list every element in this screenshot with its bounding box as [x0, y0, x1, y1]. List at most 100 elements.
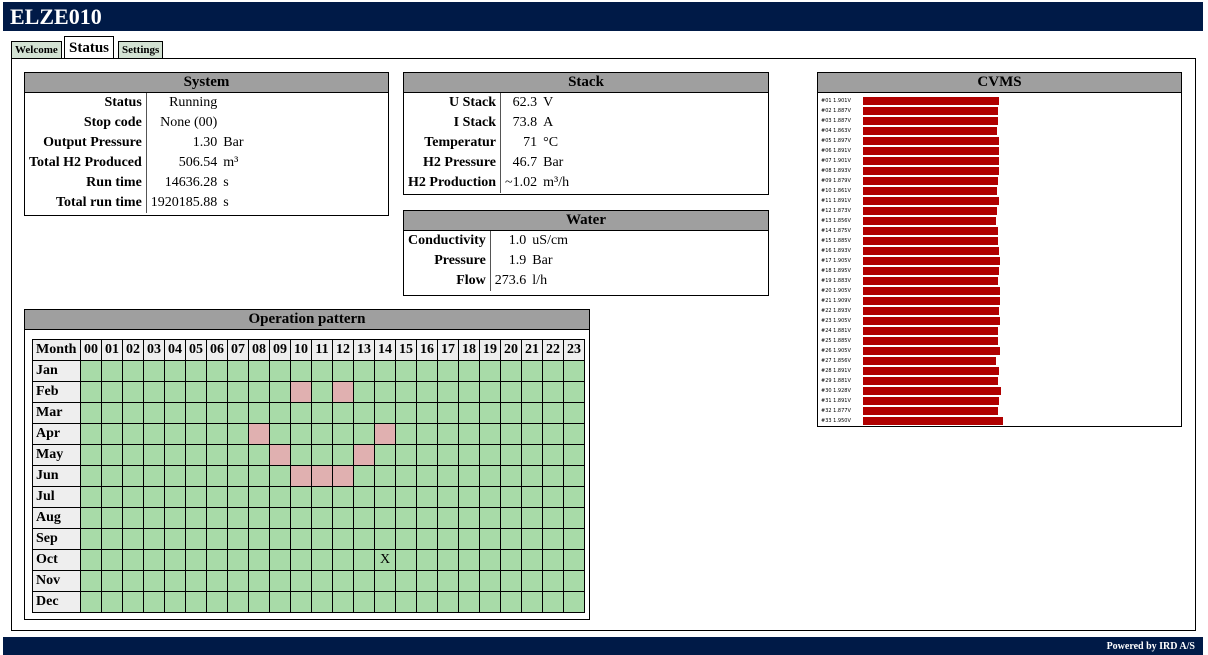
system-unit: Bar — [223, 135, 244, 150]
cvms-row: #05 1.897V — [818, 136, 1181, 146]
pattern-cell — [500, 381, 522, 403]
water-panel: Water Conductivity 1.0 uS/cm Pressure 1.9 Bar… — [403, 210, 769, 296]
pattern-cell — [290, 381, 312, 403]
pattern-cell — [500, 465, 522, 487]
pattern-cell — [374, 423, 396, 445]
pattern-cell — [353, 465, 375, 487]
pattern-cell — [353, 486, 375, 508]
operation-grid: Month 00 01 02 03 04 05 06 07 08 09 10 11 12 13 14 15 16 1… — [32, 339, 585, 613]
pattern-cell — [206, 360, 228, 382]
pattern-cell — [416, 528, 438, 550]
pattern-cell — [416, 549, 438, 571]
pattern-cell — [500, 486, 522, 508]
system-value: 506.54 — [178, 155, 218, 170]
pattern-cell — [227, 486, 249, 508]
pattern-cell — [80, 486, 102, 508]
water-row: Conductivity 1.0 uS/cm — [404, 231, 572, 251]
tab-status[interactable]: Status — [64, 36, 115, 59]
cvms-row: #22 1.893V — [818, 306, 1181, 316]
pattern-cell — [563, 381, 585, 403]
pattern-cell: X — [374, 549, 396, 571]
month-label: Aug — [32, 507, 81, 529]
stack-row: I Stack 73.8 A — [404, 113, 573, 133]
tab-welcome[interactable]: Welcome — [11, 41, 62, 59]
month-row: Jul — [32, 486, 585, 508]
footer: Powered by IRD A/S — [3, 637, 1203, 655]
pattern-cell — [332, 381, 354, 403]
pattern-cell — [311, 444, 333, 466]
pattern-cell — [290, 444, 312, 466]
pattern-cell — [311, 591, 333, 613]
stack-unit: °C — [543, 135, 559, 150]
pattern-cell — [395, 570, 417, 592]
pattern-cell — [521, 423, 543, 445]
water-unit: l/h — [532, 273, 548, 288]
pattern-cell — [227, 507, 249, 529]
pattern-cell — [332, 486, 354, 508]
stack-panel: Stack U Stack 62.3 V I Stack 73.8 A Temperatur… — [403, 72, 769, 195]
pattern-cell — [521, 549, 543, 571]
hour-header: 20 — [500, 339, 522, 361]
pattern-cell — [416, 465, 438, 487]
cvms-cell-label: #18 1.895V — [821, 268, 851, 274]
pattern-cell — [206, 570, 228, 592]
pattern-cell — [353, 360, 375, 382]
cvms-cell-label: #32 1.877V — [821, 408, 851, 414]
cvms-row: #24 1.881V — [818, 326, 1181, 336]
pattern-cell — [206, 549, 228, 571]
cvms-voltage-bar — [863, 347, 1000, 355]
cvms-cell-label: #25 1.885V — [821, 338, 851, 344]
pattern-cell — [353, 528, 375, 550]
pattern-cell — [479, 507, 501, 529]
pattern-cell — [185, 423, 207, 445]
cvms-row: #01 1.901V — [818, 96, 1181, 106]
pattern-cell — [479, 402, 501, 424]
cvms-row: #08 1.893V — [818, 166, 1181, 176]
pattern-cell — [80, 465, 102, 487]
pattern-cell — [248, 402, 270, 424]
cvms-cell-label: #15 1.885V — [821, 238, 851, 244]
stack-label: U Stack — [404, 93, 502, 113]
pattern-cell — [164, 381, 186, 403]
pattern-cell — [122, 360, 144, 382]
pattern-cell — [80, 507, 102, 529]
pattern-cell — [458, 360, 480, 382]
pattern-cell — [395, 444, 417, 466]
pattern-cell — [500, 570, 522, 592]
pattern-cell — [185, 360, 207, 382]
pattern-cell — [500, 591, 522, 613]
pattern-cell — [80, 591, 102, 613]
pattern-cell — [374, 507, 396, 529]
pattern-cell — [458, 402, 480, 424]
pattern-cell — [122, 570, 144, 592]
pattern-cell — [563, 570, 585, 592]
pattern-cell — [353, 549, 375, 571]
month-label: Apr — [32, 423, 81, 445]
pattern-cell — [437, 528, 459, 550]
tab-settings[interactable]: Settings — [118, 41, 164, 59]
cvms-row: #18 1.895V — [818, 266, 1181, 276]
system-row: Output Pressure 1.30 Bar — [25, 133, 248, 153]
pattern-cell — [416, 444, 438, 466]
pattern-cell — [563, 549, 585, 571]
pattern-cell — [269, 423, 291, 445]
pattern-cell — [227, 360, 249, 382]
system-value: None (00) — [160, 115, 218, 130]
hour-header: 02 — [122, 339, 144, 361]
pattern-cell — [311, 381, 333, 403]
cvms-row: #17 1.905V — [818, 256, 1181, 266]
month-label: Feb — [32, 381, 81, 403]
pattern-cell — [542, 507, 564, 529]
pattern-cell — [101, 444, 123, 466]
pattern-cell — [185, 570, 207, 592]
cvms-voltage-bar — [863, 397, 999, 405]
pattern-cell — [374, 381, 396, 403]
pattern-cell — [416, 360, 438, 382]
pattern-cell — [248, 549, 270, 571]
pattern-cell — [101, 528, 123, 550]
hour-header: 05 — [185, 339, 207, 361]
pattern-cell — [122, 507, 144, 529]
cvms-voltage-bar — [863, 357, 996, 365]
cvms-cell-label: #30 1.928V — [821, 388, 851, 394]
stack-table: U Stack 62.3 V I Stack 73.8 A Temperatur 71 °C H2… — [404, 93, 574, 193]
